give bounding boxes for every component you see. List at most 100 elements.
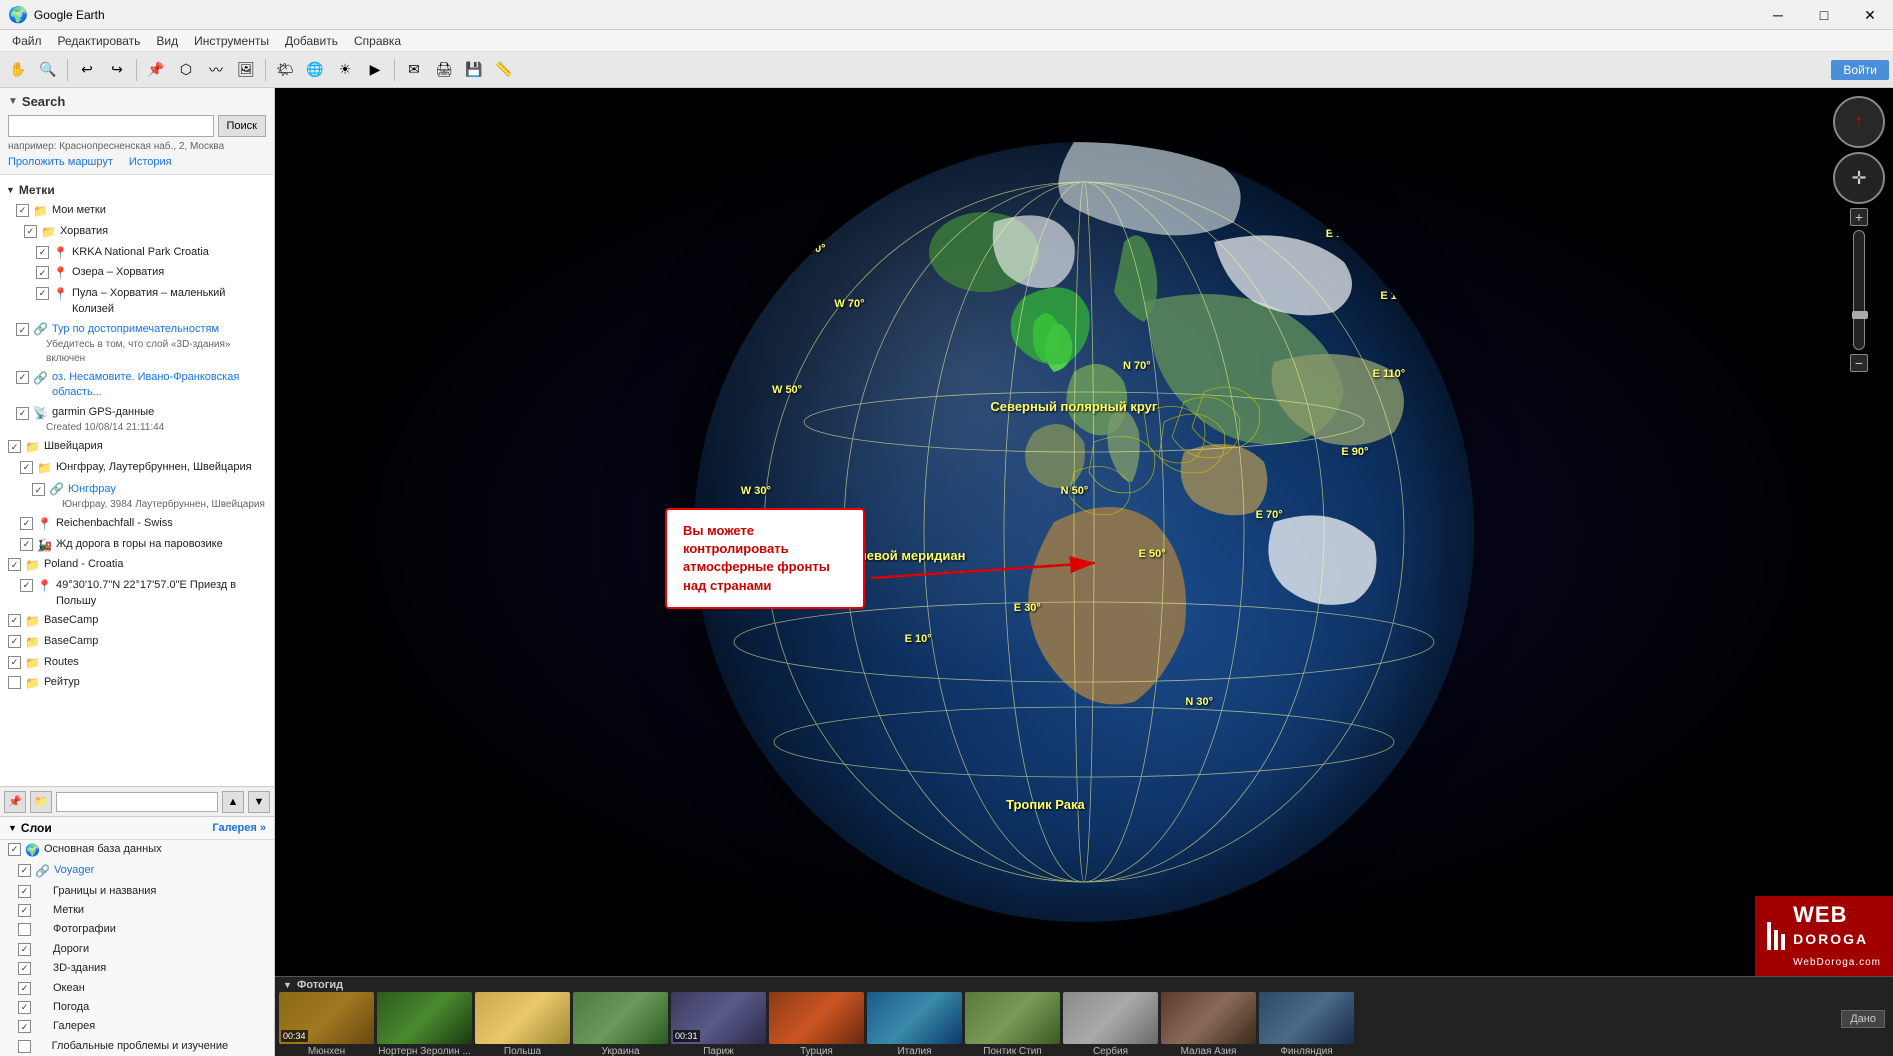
- checkbox-jungfrau-link[interactable]: [32, 483, 45, 496]
- list-item[interactable]: 📁 BaseCamp: [0, 611, 274, 632]
- checkbox-base-db[interactable]: [8, 843, 21, 856]
- checkbox-tour[interactable]: [16, 323, 29, 336]
- done-button[interactable]: Дано: [1841, 1010, 1885, 1028]
- history-link[interactable]: История: [129, 156, 172, 168]
- toolbar-earth[interactable]: 🌐: [301, 56, 329, 84]
- list-item[interactable]: 🔗 Тур по достопримечательностям Убедитес…: [0, 319, 274, 368]
- list-item[interactable]: Италия: [867, 992, 962, 1056]
- checkbox-marks-layer[interactable]: [18, 904, 31, 917]
- photo-thumbnail[interactable]: [867, 992, 962, 1044]
- list-item[interactable]: Сербия: [1063, 992, 1158, 1056]
- checkbox-poland-croatia[interactable]: [8, 558, 21, 571]
- map-area[interactable]: W 90° W 70° W 50° W 30° W 10° E 10° E 30…: [275, 88, 1893, 1056]
- checkbox-basecamp2[interactable]: [8, 635, 21, 648]
- checkbox-krka[interactable]: [36, 246, 49, 259]
- list-item[interactable]: Погода: [0, 998, 274, 1017]
- pan-control[interactable]: [1833, 152, 1885, 204]
- checkbox-photos-layer[interactable]: [18, 923, 31, 936]
- photo-thumbnail[interactable]: 00:34: [279, 992, 374, 1044]
- list-item[interactable]: Океан: [0, 979, 274, 998]
- list-item[interactable]: Границы и названия: [0, 882, 274, 901]
- photo-thumbnail[interactable]: [965, 992, 1060, 1044]
- toolbar-undo[interactable]: ↩: [73, 56, 101, 84]
- list-item[interactable]: Дороги: [0, 940, 274, 959]
- list-item[interactable]: 📍 49°30'10.7"N 22°17'57.0"E Приезд в Пол…: [0, 576, 274, 611]
- toolbar-search-tool[interactable]: 🔍: [34, 56, 62, 84]
- checkbox-roads-layer[interactable]: [18, 943, 31, 956]
- photo-thumbnail[interactable]: [769, 992, 864, 1044]
- close-button[interactable]: ✕: [1847, 0, 1893, 30]
- list-item[interactable]: 📁 Юнгфрау, Лаутербруннен, Швейцария: [0, 458, 274, 479]
- list-item[interactable]: Украина: [573, 992, 668, 1056]
- list-item[interactable]: Глобальные проблемы и изучение окружающ.…: [0, 1037, 274, 1056]
- checkbox-croatia[interactable]: [24, 225, 37, 238]
- move-down-button[interactable]: ▼: [248, 791, 270, 813]
- places-search-input[interactable]: [56, 792, 218, 812]
- toolbar-email[interactable]: ✉: [400, 56, 428, 84]
- list-item[interactable]: 00:31 Париж: [671, 992, 766, 1056]
- list-item[interactable]: Нортерн Зеролин ...: [377, 992, 472, 1056]
- list-item[interactable]: 📍 Озера – Хорватия: [0, 263, 274, 284]
- checkbox-lake-ukraine[interactable]: [16, 371, 29, 384]
- checkbox-global-problems[interactable]: [18, 1040, 31, 1053]
- list-item[interactable]: Польша: [475, 992, 570, 1056]
- menu-edit[interactable]: Редактировать: [50, 32, 149, 50]
- menu-view[interactable]: Вид: [148, 32, 186, 50]
- toolbar-measure[interactable]: 📏: [490, 56, 518, 84]
- toolbar-path[interactable]: 〰: [202, 56, 230, 84]
- zoom-out-button[interactable]: −: [1850, 354, 1868, 372]
- checkbox-pula[interactable]: [36, 287, 49, 300]
- photo-thumbnail[interactable]: [1259, 992, 1354, 1044]
- toolbar-record[interactable]: ▶: [361, 56, 389, 84]
- photo-thumbnail[interactable]: 00:31: [671, 992, 766, 1044]
- list-item[interactable]: 📍 KRKA National Park Croatia: [0, 243, 274, 264]
- checkbox-garmin[interactable]: [16, 407, 29, 420]
- photo-thumbnail[interactable]: [1161, 992, 1256, 1044]
- toolbar-hand-tool[interactable]: ✋: [4, 56, 32, 84]
- toolbar-polygon[interactable]: ⬡: [172, 56, 200, 84]
- minimize-button[interactable]: ─: [1755, 0, 1801, 30]
- toolbar-placemark[interactable]: 📌: [142, 56, 170, 84]
- list-item[interactable]: 🔗 Юнгфрау Юнгфрау, 3984 Лаутербруннен, Ш…: [0, 479, 274, 514]
- checkbox-gallery-layer[interactable]: [18, 1020, 31, 1033]
- list-item[interactable]: 🔗 оз. Несамовите. Ивано-Франковская обла…: [0, 368, 274, 403]
- places-section[interactable]: ▼ Метки 📁 Мои метки 📁 Хорватия 📍 KRKA Na…: [0, 175, 274, 786]
- search-input[interactable]: [8, 115, 214, 137]
- list-item[interactable]: 🌍 Основная база данных: [0, 840, 274, 861]
- gallery-link[interactable]: Галерея »: [212, 822, 266, 834]
- checkbox-swiss[interactable]: [8, 440, 21, 453]
- signin-button[interactable]: Войти: [1831, 60, 1889, 80]
- list-item[interactable]: 📁 Poland - Croatia: [0, 555, 274, 576]
- zoom-thumb[interactable]: [1852, 311, 1868, 319]
- list-item[interactable]: 📁 Швейцария: [0, 437, 274, 458]
- add-folder-button[interactable]: 📁: [30, 791, 52, 813]
- list-item[interactable]: 📁 Routes: [0, 653, 274, 674]
- compass-control[interactable]: [1833, 96, 1885, 148]
- list-item[interactable]: Понтик Стип: [965, 992, 1060, 1056]
- menu-add[interactable]: Добавить: [277, 32, 346, 50]
- toolbar-weather[interactable]: 🌤: [271, 56, 299, 84]
- checkbox-3d-buildings[interactable]: [18, 962, 31, 975]
- move-up-button[interactable]: ▲: [222, 791, 244, 813]
- photo-thumbnail[interactable]: [475, 992, 570, 1044]
- checkbox-ocean[interactable]: [18, 982, 31, 995]
- list-item[interactable]: Метки: [0, 901, 274, 920]
- checkbox-lake[interactable]: [36, 266, 49, 279]
- list-item[interactable]: 📁 BaseCamp: [0, 632, 274, 653]
- list-item[interactable]: 📁 Мои метки: [0, 201, 274, 222]
- list-item[interactable]: Финляндия: [1259, 992, 1354, 1056]
- checkbox-my-marks[interactable]: [16, 204, 29, 217]
- toolbar-overlay[interactable]: 🖼: [232, 56, 260, 84]
- zoom-in-button[interactable]: +: [1850, 208, 1868, 226]
- photo-thumbnail[interactable]: [573, 992, 668, 1044]
- photo-thumbnail[interactable]: [377, 992, 472, 1044]
- add-placemark-button[interactable]: 📌: [4, 791, 26, 813]
- list-item[interactable]: Фотографии: [0, 920, 274, 939]
- search-collapse-icon[interactable]: ▼: [8, 96, 18, 107]
- list-item[interactable]: Галерея: [0, 1017, 274, 1036]
- list-item[interactable]: 📍 Reichenbachfall - Swiss: [0, 514, 274, 535]
- toolbar-save[interactable]: 💾: [460, 56, 488, 84]
- toolbar-print[interactable]: 🖨: [430, 56, 458, 84]
- checkbox-borders[interactable]: [18, 885, 31, 898]
- checkbox-railway[interactable]: [20, 538, 33, 551]
